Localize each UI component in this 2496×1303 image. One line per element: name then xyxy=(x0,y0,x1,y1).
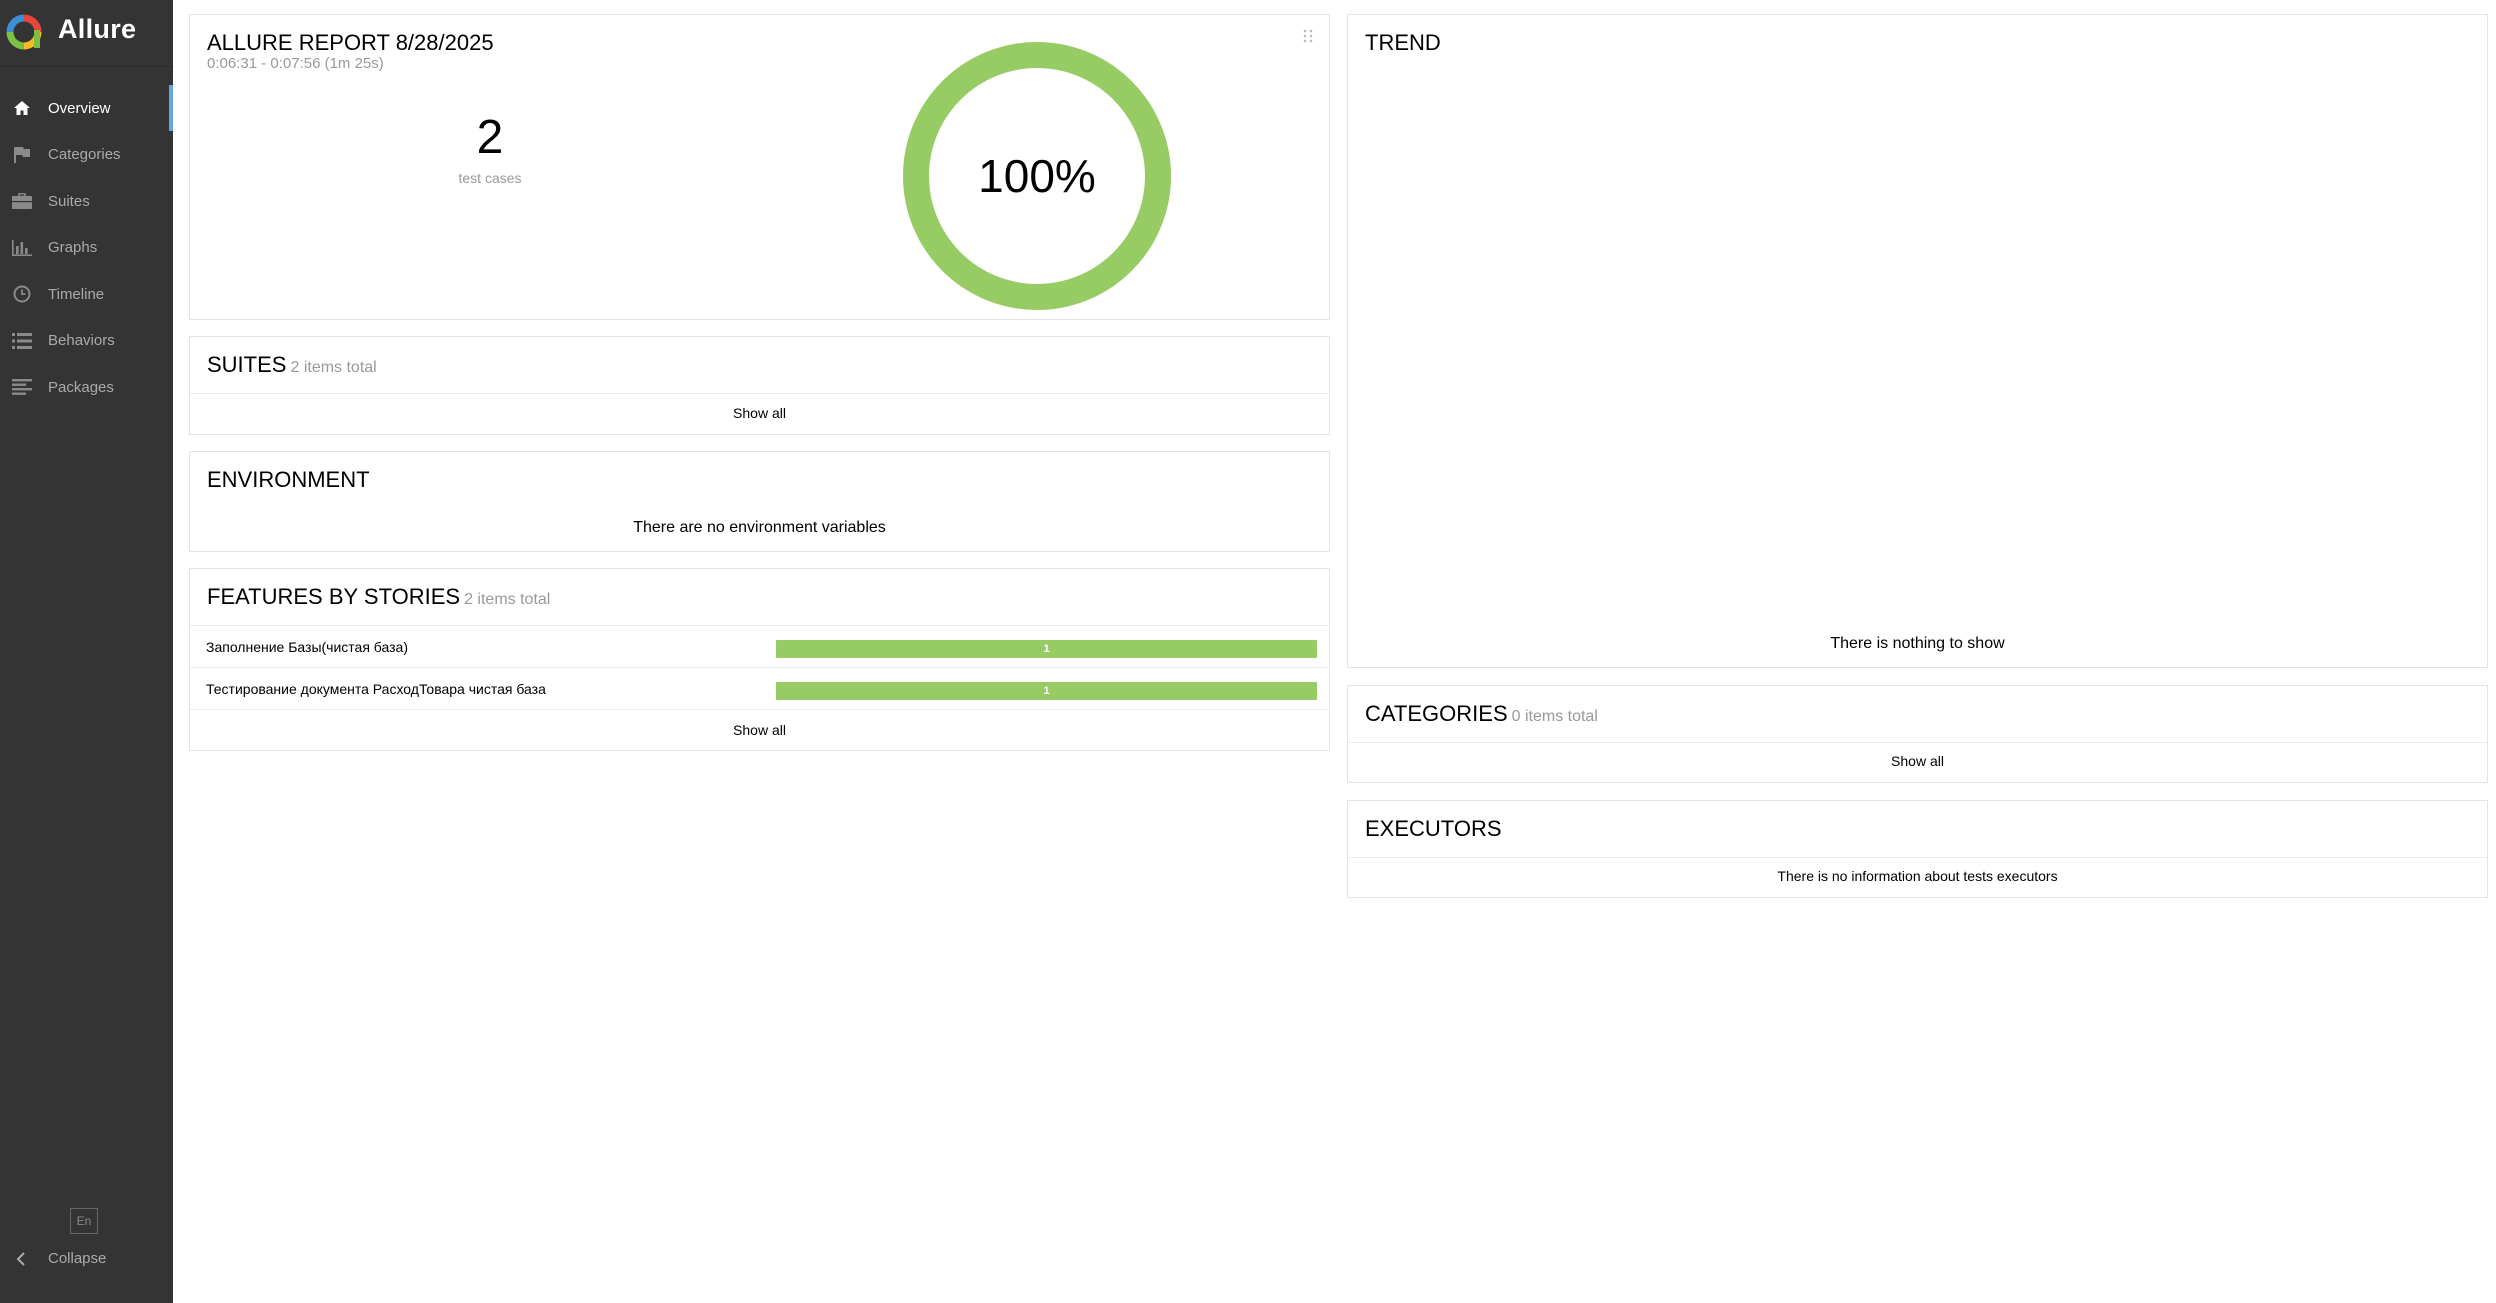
environment-empty-message: There are no environment variables xyxy=(633,519,886,536)
features-count: 2 items total xyxy=(464,591,551,608)
features-title: FEATURES BY STORIES 2 items total xyxy=(207,584,550,610)
report-title: ALLURE REPORT 8/28/2025 xyxy=(207,30,494,55)
divider xyxy=(190,709,1329,710)
bar-chart-icon xyxy=(11,237,33,259)
sidebar-item-label: Categories xyxy=(48,146,121,164)
story-passed-bar[interactable]: 1 xyxy=(776,640,1317,658)
categories-widget: CATEGORIES 0 items total Show all xyxy=(1347,685,2488,783)
story-passed-bar[interactable]: 1 xyxy=(776,682,1317,700)
allure-logo-icon xyxy=(6,14,42,50)
environment-widget: ENVIRONMENT There are no environment var… xyxy=(189,451,1330,552)
trend-widget: TREND There is nothing to show xyxy=(1347,14,2488,668)
story-name: Заполнение Базы(чистая база) xyxy=(206,639,408,655)
sidebar-item-label: Graphs xyxy=(48,239,98,257)
report-time-range: 0:06:31 - 0:07:56 (1m 25s) xyxy=(207,55,384,72)
list-icon xyxy=(11,330,33,352)
executors-widget: EXECUTORS There is no information about … xyxy=(1347,800,2488,898)
align-left-icon xyxy=(11,376,33,398)
list-item[interactable]: Тестирование документа РасходТовара чист… xyxy=(190,668,1329,710)
sidebar-item-label: Behaviors xyxy=(48,332,115,350)
sidebar-nav: Overview Categories Suites Graphs Timeli… xyxy=(0,85,173,411)
chevron-left-icon xyxy=(16,1252,25,1266)
flag-icon xyxy=(11,144,33,166)
environment-title: ENVIRONMENT xyxy=(207,467,370,492)
sidebar-item-categories[interactable]: Categories xyxy=(0,132,173,179)
story-name: Тестирование документа РасходТовара чист… xyxy=(206,681,546,697)
features-title-text: FEATURES BY STORIES xyxy=(207,584,461,609)
sidebar-item-label: Timeline xyxy=(48,285,105,303)
categories-title: CATEGORIES 0 items total xyxy=(1365,701,1598,727)
language-switch-button[interactable]: En xyxy=(70,1208,98,1234)
suites-count: 2 items total xyxy=(290,359,377,376)
sidebar-item-timeline[interactable]: Timeline xyxy=(0,271,173,318)
sidebar: Allure Overview Categories Suites Graphs… xyxy=(0,0,173,1303)
drag-handle-icon[interactable] xyxy=(1303,29,1313,43)
categories-count: 0 items total xyxy=(1511,708,1598,725)
list-item[interactable]: Заполнение Базы(чистая база) 1 xyxy=(190,626,1329,668)
sidebar-item-label: Overview xyxy=(48,99,111,117)
divider xyxy=(1348,857,2487,858)
summary-widget: ALLURE REPORT 8/28/2025 0:06:31 - 0:07:5… xyxy=(189,14,1330,320)
sidebar-item-suites[interactable]: Suites xyxy=(0,178,173,225)
clock-icon xyxy=(11,283,33,305)
sidebar-item-behaviors[interactable]: Behaviors xyxy=(0,318,173,365)
suites-widget: SUITES 2 items total Show all xyxy=(189,336,1330,435)
briefcase-icon xyxy=(11,190,33,212)
executors-title: EXECUTORS xyxy=(1365,816,1502,841)
categories-title-text: CATEGORIES xyxy=(1365,701,1508,726)
sidebar-item-overview[interactable]: Overview xyxy=(0,85,173,132)
divider xyxy=(190,393,1329,394)
executors-empty-message: There is no information about tests exec… xyxy=(1777,868,2058,884)
features-show-all-link[interactable]: Show all xyxy=(190,722,1329,738)
trend-empty-message: There is nothing to show xyxy=(1830,635,2005,652)
test-case-count: 2 xyxy=(476,111,504,164)
app-name: Allure xyxy=(58,14,137,44)
home-icon xyxy=(11,97,33,119)
suites-title-text: SUITES xyxy=(207,352,287,377)
sidebar-item-graphs[interactable]: Graphs xyxy=(0,225,173,272)
test-case-count-label: test cases xyxy=(458,170,522,186)
pass-rate-label: 100% xyxy=(978,150,1096,202)
sidebar-item-packages[interactable]: Packages xyxy=(0,364,173,411)
sidebar-item-label: Suites xyxy=(48,192,90,210)
trend-title: TREND xyxy=(1365,30,1441,55)
features-widget: FEATURES BY STORIES 2 items total Заполне… xyxy=(189,568,1330,751)
categories-show-all-link[interactable]: Show all xyxy=(1348,753,2487,769)
divider xyxy=(1348,742,2487,743)
collapse-button[interactable]: Collapse xyxy=(0,1243,173,1275)
collapse-label: Collapse xyxy=(48,1250,107,1267)
suites-title: SUITES 2 items total xyxy=(207,352,377,378)
sidebar-item-label: Packages xyxy=(48,378,114,396)
suites-show-all-link[interactable]: Show all xyxy=(190,405,1329,421)
brand[interactable]: Allure xyxy=(0,0,173,67)
